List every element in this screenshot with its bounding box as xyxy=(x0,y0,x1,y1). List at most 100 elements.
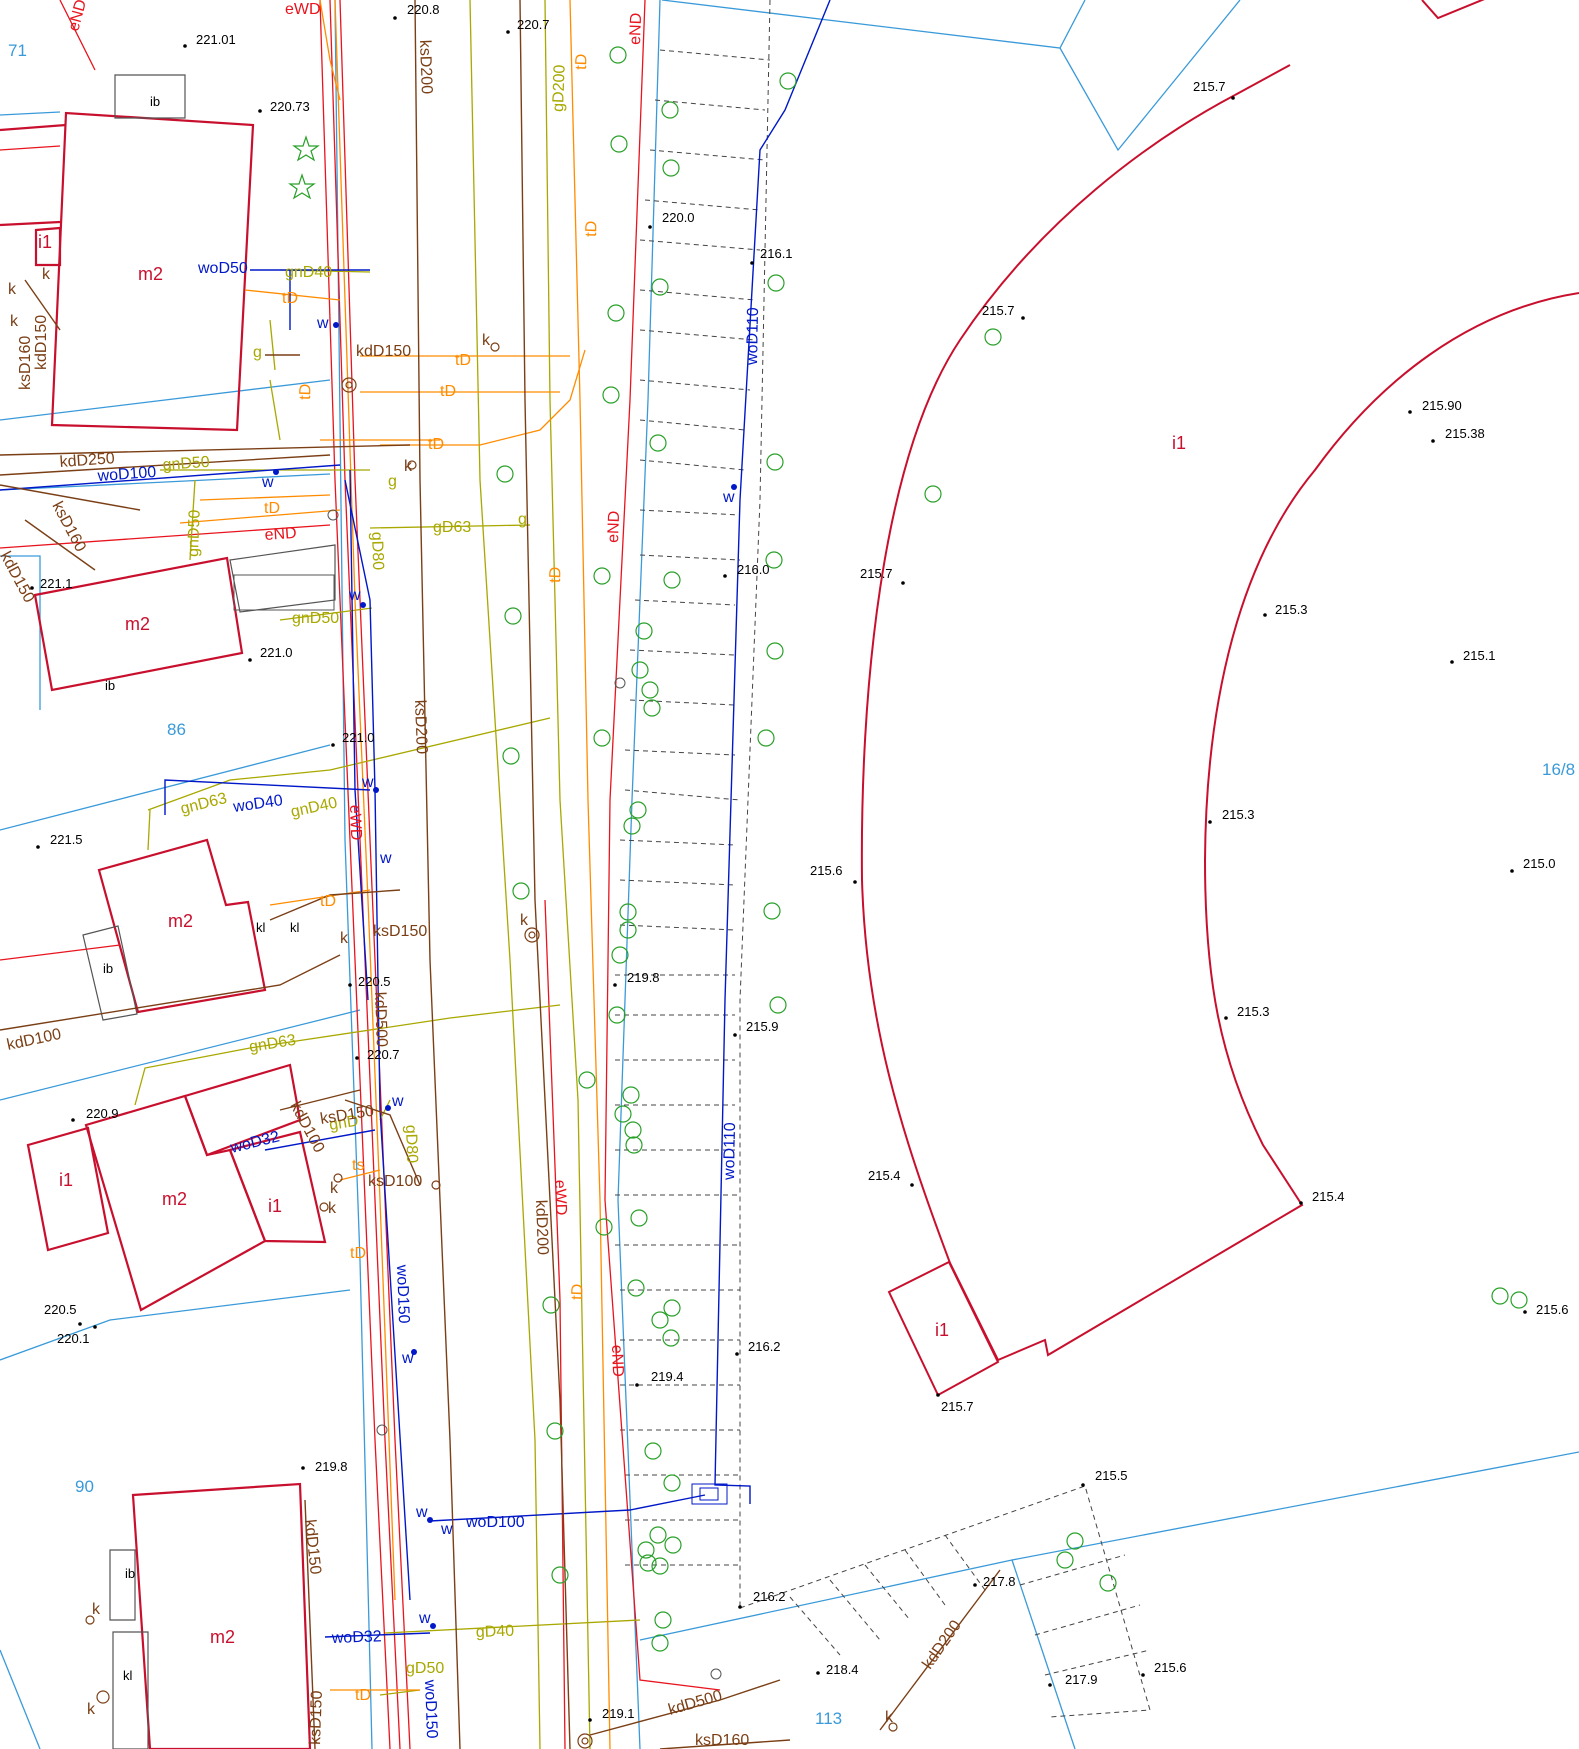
elevation-label: 215.6 xyxy=(1536,1302,1569,1317)
gas-label: gD80 xyxy=(368,532,386,571)
manhole-label: k xyxy=(520,912,529,929)
electric-label: eND xyxy=(627,13,645,46)
manhole-label: k xyxy=(330,1180,339,1197)
water-labels: woD50 woD100 woD40 woD110 woD110 woD32 w… xyxy=(96,260,762,1739)
elevation-label: 215.3 xyxy=(1237,1004,1270,1019)
building-label: i1 xyxy=(1172,433,1186,453)
map-canvas[interactable]: 71 86 90 113 16/8 m2 m2 m2 m2 m2 m2 i1 i… xyxy=(0,0,1579,1749)
electric-label: eND xyxy=(605,511,623,544)
sewer-label: kdD500 xyxy=(666,1687,724,1719)
elevation-label: 220.7 xyxy=(367,1047,400,1062)
elevation-points xyxy=(30,16,1527,1722)
sewer-label: ksD200 xyxy=(416,40,435,95)
elevation-label: 215.5 xyxy=(1095,1468,1128,1483)
sewer-lines xyxy=(0,0,1001,1749)
heat-labels: tD tD tD tD tD tD tD tD tD tD tD tD tD t… xyxy=(264,54,601,1704)
valve-symbols xyxy=(273,322,737,1629)
elevation-label: 220.1 xyxy=(57,1331,90,1346)
water-label: woD150 xyxy=(393,1264,412,1324)
heat-label: ts xyxy=(352,1157,364,1174)
building-label: i1 xyxy=(38,232,52,252)
valve-label: w xyxy=(418,1610,431,1627)
gas-label: gD63 xyxy=(433,519,471,536)
parcel-number: 90 xyxy=(75,1477,94,1496)
elevation-label: 216.0 xyxy=(737,562,770,577)
elevation-label: 221.01 xyxy=(196,32,236,47)
gas-label: gD50 xyxy=(406,1660,444,1677)
manhole-label: k xyxy=(482,332,491,349)
gas-label: gnD63 xyxy=(179,790,229,818)
elevation-label: 220.8 xyxy=(407,2,440,17)
elevation-label: 221.0 xyxy=(342,730,375,745)
electric-label: eND xyxy=(65,0,90,33)
manhole-label: k xyxy=(87,1701,96,1718)
sewer-labels: ksD200 kdD250 kdD150 ksD160 kdD150 ksD16… xyxy=(0,40,965,1749)
elevation-label: 215.90 xyxy=(1422,398,1462,413)
building-label: m2 xyxy=(210,1627,235,1647)
sewer-label: ksD150 xyxy=(373,923,427,940)
elevation-label: 215.7 xyxy=(1193,79,1226,94)
valve-label: w xyxy=(415,1504,428,1521)
manhole-label: k xyxy=(8,281,17,298)
elevation-label: 220.7 xyxy=(517,17,550,32)
elevation-label: 215.3 xyxy=(1222,807,1255,822)
heat-label: tD xyxy=(547,567,565,584)
heat-label: tD xyxy=(440,383,456,400)
star-shrubs xyxy=(288,135,320,200)
water-label: woD40 xyxy=(231,792,284,816)
annex-buildings xyxy=(82,74,336,1749)
valve-label: w xyxy=(261,474,274,491)
sewer-label: kdD150 xyxy=(301,1519,324,1576)
sewer-label: kdD200 xyxy=(532,1200,551,1256)
sewer-label: kdD150 xyxy=(356,343,411,360)
building-label: m2 xyxy=(168,911,193,931)
elevation-label: 220.9 xyxy=(86,1106,119,1121)
sewer-label: ksD160 xyxy=(48,499,89,555)
valve-label: w xyxy=(379,850,392,867)
manhole-label: k xyxy=(92,1601,101,1618)
heat-label: tD xyxy=(350,1245,366,1262)
heat-label: tD xyxy=(569,1284,587,1301)
building-labels: m2 m2 m2 m2 m2 m2 i1 i1 i1 i1 i1 ib ib i… xyxy=(38,94,1186,1683)
elevation-label: 215.7 xyxy=(860,566,893,581)
annex-label: ib xyxy=(105,678,115,693)
gas-label: gnD50 xyxy=(292,610,339,627)
elevation-label: 219.1 xyxy=(602,1706,635,1721)
manhole-label: k xyxy=(328,1200,337,1217)
heat-label: tD xyxy=(573,54,591,71)
electric-label: eWD xyxy=(346,805,364,841)
gas-label: gD40 xyxy=(476,1623,515,1641)
annex-label: kl xyxy=(123,1668,133,1683)
elevation-label: 215.9 xyxy=(746,1019,779,1034)
electric-label: eND xyxy=(264,525,297,544)
gas-label: g xyxy=(253,344,262,361)
parcel-number: 71 xyxy=(8,41,27,60)
manhole-label: k xyxy=(340,930,349,947)
parking-stalls xyxy=(615,0,1151,1718)
annex-label: ib xyxy=(125,1566,135,1581)
elevation-label: 221.0 xyxy=(260,645,293,660)
elevation-label: 215.0 xyxy=(1523,856,1556,871)
valve-labels: w w w w w w w w w w w xyxy=(261,315,735,1627)
sewer-label: kdD200 xyxy=(919,1617,965,1672)
elevation-label: 215.4 xyxy=(1312,1189,1345,1204)
valve-label: w xyxy=(391,1093,404,1110)
equipment-symbols xyxy=(233,509,728,1680)
manhole-label: k xyxy=(404,458,413,475)
gas-label: gnD63 xyxy=(248,1032,297,1056)
water-label: woD32 xyxy=(331,1628,382,1647)
elevation-label: 220.5 xyxy=(44,1302,77,1317)
trees xyxy=(496,46,1528,1652)
plaza-outline xyxy=(860,0,1579,1397)
elevation-labels: 220.8 220.7 221.01 220.73 215.7 220.0 21… xyxy=(40,2,1569,1721)
heat-label: tD xyxy=(355,1687,371,1704)
sewer-label: ksD160 xyxy=(695,1732,749,1749)
manhole-label: k xyxy=(10,313,19,330)
elevation-label: 215.4 xyxy=(868,1168,901,1183)
valve-label: w xyxy=(361,774,374,791)
valve-label: w xyxy=(401,1350,414,1367)
manhole-label: k xyxy=(42,266,51,283)
building-label: m2 xyxy=(125,614,150,634)
gas-label: gnD50 xyxy=(162,454,210,474)
water-label: woD50 xyxy=(197,260,248,277)
